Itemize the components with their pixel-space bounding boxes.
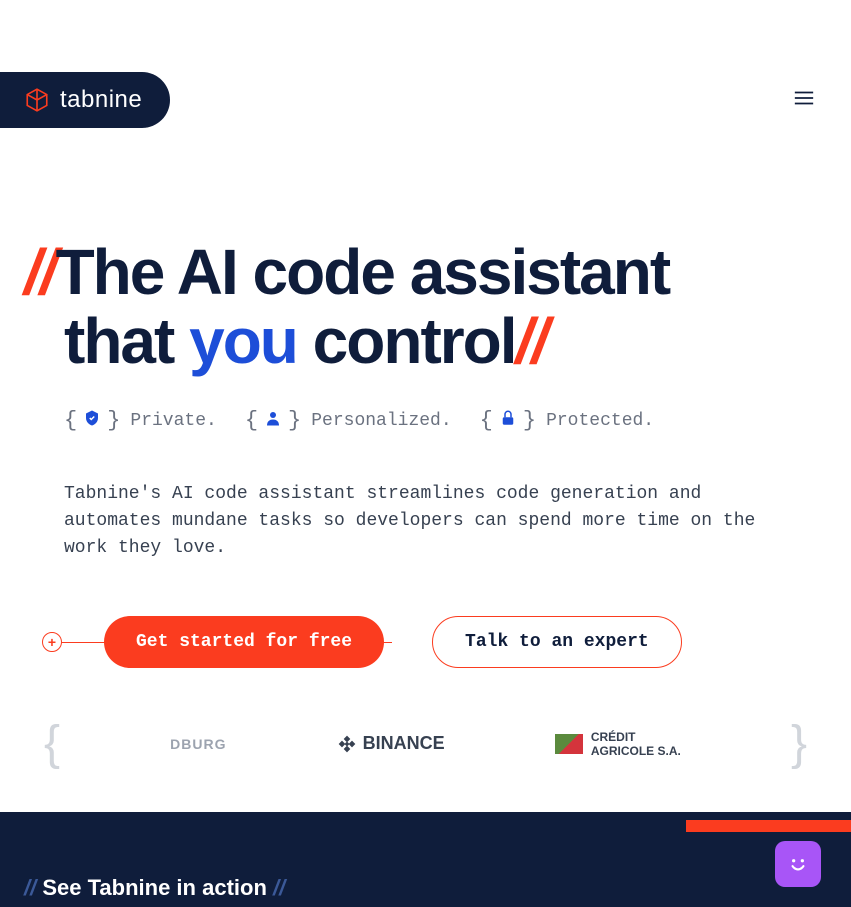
slash-decoration: // bbox=[24, 236, 56, 308]
shield-check-icon bbox=[83, 409, 101, 433]
partner-logo: DBURG bbox=[170, 736, 226, 752]
brace-icon: { bbox=[64, 408, 77, 433]
brace-icon: } bbox=[523, 408, 536, 433]
highlight-word: you bbox=[189, 305, 297, 377]
chat-smile-icon bbox=[785, 851, 811, 877]
brace-icon: { bbox=[480, 408, 493, 433]
feature-personalized: { } Personalized. bbox=[245, 408, 452, 433]
slash-decoration: // bbox=[516, 305, 548, 377]
tabnine-logo-icon bbox=[24, 87, 50, 113]
feature-private: { } Private. bbox=[64, 408, 217, 433]
accent-bar bbox=[686, 820, 851, 832]
logo[interactable]: tabnine bbox=[0, 72, 170, 128]
partner-logos: { DBURG BINANCE CRÉDIT AGRICOLE S.A. } bbox=[24, 716, 827, 771]
brace-icon: { bbox=[245, 408, 258, 433]
hero-section: //The AI code assistant that you control… bbox=[0, 238, 851, 771]
slash-decoration: // bbox=[24, 875, 36, 900]
chat-widget-button[interactable] bbox=[775, 841, 821, 887]
hamburger-icon bbox=[793, 89, 815, 107]
plus-icon: + bbox=[48, 634, 56, 650]
brace-icon: } bbox=[791, 716, 807, 771]
node-decoration: + bbox=[42, 632, 62, 652]
brace-icon: } bbox=[288, 408, 301, 433]
hero-description: Tabnine's AI code assistant streamlines … bbox=[24, 481, 827, 562]
get-started-button[interactable]: Get started for free bbox=[104, 616, 384, 668]
lock-icon bbox=[499, 409, 517, 433]
person-icon bbox=[264, 409, 282, 433]
slash-decoration: // bbox=[273, 875, 285, 900]
brace-icon: } bbox=[107, 408, 120, 433]
feature-protected: { } Protected. bbox=[480, 408, 654, 433]
hero-title: //The AI code assistant that you control… bbox=[24, 238, 827, 376]
credit-agricole-icon bbox=[555, 734, 583, 754]
talk-to-expert-button[interactable]: Talk to an expert bbox=[432, 616, 682, 668]
cta-row: + Get started for free Talk to an expert bbox=[24, 616, 827, 668]
brand-name: tabnine bbox=[60, 86, 142, 114]
header: tabnine bbox=[0, 72, 851, 128]
footer-title: // See Tabnine in action // bbox=[24, 875, 285, 901]
binance-icon bbox=[337, 734, 357, 754]
menu-button[interactable] bbox=[793, 89, 815, 112]
footer-banner: // See Tabnine in action // bbox=[0, 812, 851, 907]
credit-agricole-logo: CRÉDIT AGRICOLE S.A. bbox=[555, 730, 681, 758]
features-row: { } Private. { } Personalized. { } Prote… bbox=[24, 408, 827, 433]
binance-logo: BINANCE bbox=[337, 733, 445, 754]
brace-icon: { bbox=[44, 716, 60, 771]
